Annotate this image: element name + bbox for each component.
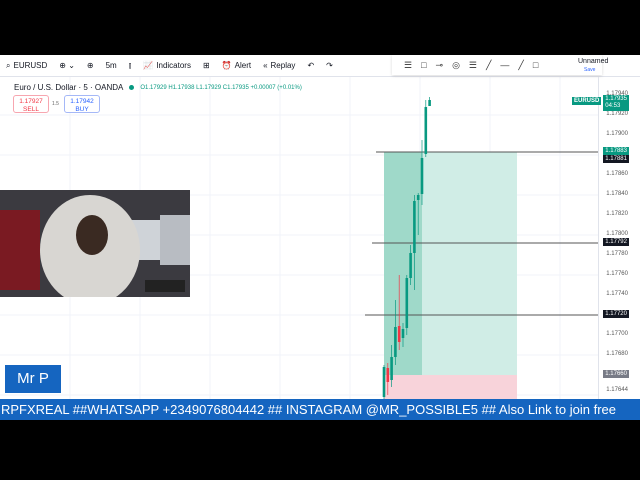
templates-button[interactable]: ⊞ [197, 55, 216, 76]
trend-line-icon[interactable]: ╱ [518, 60, 523, 71]
buy-label: BUY [75, 106, 89, 113]
price-tick: 1.17800 [606, 231, 628, 237]
candle-body [409, 253, 412, 278]
symbol-label: EURUSD [13, 61, 48, 70]
price-tick: 1.17840 [606, 191, 628, 197]
horizontal-line-icon[interactable]: — [500, 60, 509, 70]
search-icon: ⌕ [6, 60, 11, 70]
candle-body [420, 158, 424, 194]
symbol-price-tag: EURUSD [572, 97, 602, 105]
bar-countdown: 04:53 [605, 103, 621, 109]
candle-body [397, 326, 401, 342]
price-axis[interactable]: 1.17940 1.17920 1.17900 1.17860 1.17840 1.178… [598, 77, 640, 420]
last-price-label: 1.17935 04:53 [603, 95, 629, 111]
plus-circle-icon: ⊕ [86, 61, 94, 70]
price-tick: 1.17920 [606, 111, 628, 117]
redo-button[interactable]: ↷ [320, 55, 339, 76]
chart-type-button[interactable]: ⫾ [123, 55, 138, 76]
price-tick: 1.17680 [606, 351, 628, 357]
price-tick: 1.17820 [606, 211, 628, 217]
rectangle-icon[interactable]: □ [421, 60, 426, 70]
price-tick: 1.17700 [606, 331, 628, 337]
sell-label: SELL [23, 106, 39, 113]
replay-button[interactable]: «Replay [257, 55, 301, 76]
grid-icon: ⊞ [202, 61, 210, 70]
compare-button[interactable]: ⊕ ⌄ [53, 55, 81, 76]
last-price: 1.17935 [605, 96, 627, 102]
horizontal-ray-icon[interactable]: ⊸ [436, 60, 444, 71]
redo-icon: ↷ [326, 61, 333, 70]
price-tick: 1.17644 [606, 387, 628, 393]
replay-icon: « [263, 61, 268, 70]
candle-body [428, 100, 431, 106]
short-position-icon[interactable]: ☰ [469, 60, 477, 71]
alert-button[interactable]: ⏰ Alert [216, 55, 257, 76]
price-label: 1.17720 [603, 310, 629, 318]
square-icon[interactable]: □ [533, 60, 538, 70]
chart-legend: Euro / U.S. Dollar · 5 · OANDA O1.17929 … [14, 83, 302, 92]
candle-body [413, 201, 416, 253]
sell-button[interactable]: 1.17927 SELL [13, 95, 49, 113]
ohlc-values: O1.17929 H1.17938 L1.17929 C1.17935 +0.0… [140, 84, 302, 91]
webcam-overlay [0, 190, 190, 297]
candle-body [382, 367, 386, 397]
price-label: 1.17883 [603, 147, 629, 155]
buy-price: 1.17942 [70, 98, 94, 105]
brush-icon[interactable]: ╱ [486, 60, 491, 71]
target-icon[interactable]: ◎ [452, 60, 460, 71]
candle-body [405, 278, 409, 328]
long-position-icon[interactable]: ☰ [404, 60, 412, 71]
candle-body [394, 327, 397, 357]
candle-body [386, 368, 390, 382]
price-tick: 1.17740 [606, 291, 628, 297]
candle-body [390, 357, 393, 380]
layout-menu[interactable]: Unnamed Save [578, 58, 608, 74]
alert-label: Alert [234, 61, 252, 70]
indicators-button[interactable]: 📈 Indicators [137, 55, 197, 76]
buy-button[interactable]: 1.17942 BUY [64, 95, 100, 113]
candle-body [401, 329, 405, 338]
undo-button[interactable]: ↶ [301, 55, 320, 76]
add-symbol-button[interactable]: ⊕ [81, 55, 100, 76]
interval-button[interactable]: 5m [100, 55, 123, 76]
indicators-icon: 📈 [143, 61, 154, 70]
drawing-toolbar: ☰ □ ⊸ ◎ ☰ ╱ — ╱ □ [392, 55, 602, 75]
webcam-image [0, 190, 190, 297]
candle-body [424, 107, 428, 154]
price-tick: 1.17760 [606, 271, 628, 277]
undo-icon: ↶ [307, 61, 315, 70]
alert-icon: ⏰ [221, 61, 232, 70]
candle-body [416, 195, 420, 200]
name-tag: Mr P [5, 365, 61, 393]
indicators-label: Indicators [156, 61, 191, 70]
price-tick: 1.17900 [606, 131, 628, 137]
symbol-title[interactable]: Euro / U.S. Dollar · 5 · OANDA [14, 83, 123, 92]
replay-label: Replay [270, 61, 296, 70]
sell-price: 1.17927 [19, 98, 43, 105]
scrolling-banner: RPFXREAL ##WHATSAPP +2349076804442 ## IN… [0, 399, 640, 420]
price-tick: 1.17780 [606, 251, 628, 257]
price-tick: 1.17860 [606, 171, 628, 177]
candles-icon: ⫾ [128, 60, 132, 70]
interval-label: 5m [105, 61, 117, 70]
symbol-search[interactable]: ⌕ EURUSD [0, 55, 53, 76]
compare-icon: ⊕ ⌄ [59, 61, 75, 70]
tradingview-window: ⌕ EURUSD ⊕ ⌄ ⊕ 5m ⫾ 📈 Indicators ⊞ ⏰ Alert … [0, 55, 640, 420]
price-label: 1.17660 [603, 370, 629, 378]
market-open-dot [129, 85, 135, 90]
price-label: 1.17792 [603, 238, 629, 246]
price-label: 1.17881 [603, 155, 629, 163]
spread-value: 1.5 [52, 101, 59, 107]
layout-status: Save [584, 67, 596, 73]
layout-name: Unnamed [578, 58, 609, 65]
